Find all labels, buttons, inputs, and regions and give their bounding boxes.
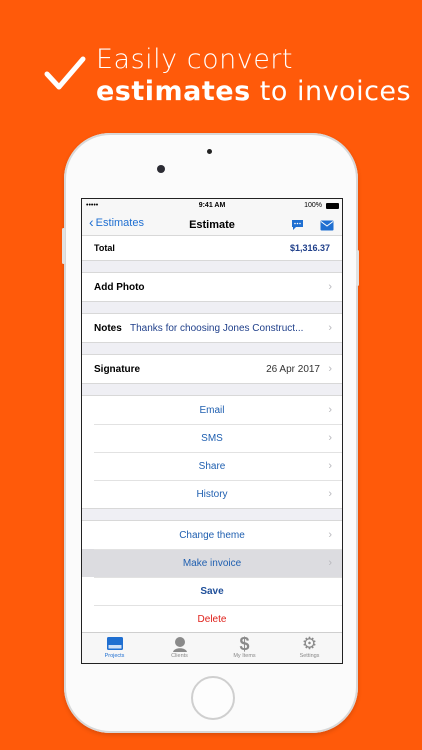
notes-section: Notes Thanks for choosing Jones Construc… bbox=[82, 313, 342, 343]
tab-bar: Projects Clients $ My Items ⚙ Settings bbox=[82, 632, 342, 663]
change-theme-label: Change theme bbox=[179, 529, 245, 541]
signature-label: Signature bbox=[94, 363, 141, 375]
dollar-icon: $ bbox=[239, 634, 250, 654]
app-screen: ••••• 9:41 AM 100% ‹ Estimates Estimate T… bbox=[81, 198, 343, 664]
tab-projects[interactable]: Projects bbox=[82, 633, 147, 663]
history-row[interactable]: History › bbox=[82, 480, 342, 508]
checkmark-icon bbox=[44, 56, 86, 90]
status-time: 9:41 AM bbox=[198, 202, 226, 209]
tab-clients-label: Clients bbox=[171, 653, 188, 659]
message-icon[interactable] bbox=[291, 218, 304, 236]
total-row: Total $1,316.37 bbox=[82, 236, 342, 260]
options-section: Change theme › Make invoice › Save Delete bbox=[82, 520, 342, 634]
notes-row[interactable]: Notes Thanks for choosing Jones Construc… bbox=[82, 314, 342, 342]
chevron-right-icon: › bbox=[328, 281, 332, 293]
chevron-right-icon: › bbox=[328, 557, 332, 569]
change-theme-row[interactable]: Change theme › bbox=[82, 521, 342, 549]
tab-projects-label: Projects bbox=[104, 653, 125, 659]
total-label: Total bbox=[94, 243, 115, 253]
tab-my-items[interactable]: $ My Items bbox=[212, 633, 277, 663]
chevron-right-icon: › bbox=[328, 432, 332, 444]
photo-section: Add Photo › bbox=[82, 272, 342, 302]
save-label: Save bbox=[200, 585, 224, 597]
sms-label: SMS bbox=[201, 432, 223, 444]
total-value: $1,316.37 bbox=[289, 243, 330, 253]
add-photo-label: Add Photo bbox=[94, 281, 145, 293]
phone-volume-button bbox=[356, 250, 359, 286]
projects-icon bbox=[106, 637, 123, 650]
promo-bold-word: estimates bbox=[96, 76, 251, 107]
navigation-bar: ‹ Estimates Estimate bbox=[82, 213, 342, 236]
notes-label: Notes bbox=[94, 322, 122, 334]
tab-settings[interactable]: ⚙ Settings bbox=[277, 633, 342, 663]
chevron-right-icon: › bbox=[328, 322, 332, 334]
promo-line-2: estimates to invoices bbox=[96, 76, 411, 107]
gear-icon: ⚙ bbox=[301, 634, 318, 653]
make-invoice-row[interactable]: Make invoice › bbox=[82, 549, 342, 577]
add-photo-row[interactable]: Add Photo › bbox=[82, 273, 342, 301]
chevron-right-icon: › bbox=[328, 488, 332, 500]
chevron-right-icon: › bbox=[328, 460, 332, 472]
delete-label: Delete bbox=[197, 613, 227, 625]
chevron-right-icon: › bbox=[328, 363, 332, 375]
signature-section: Signature 26 Apr 2017 › bbox=[82, 354, 342, 384]
phone-speaker bbox=[207, 149, 212, 154]
email-label: Email bbox=[199, 404, 225, 416]
tab-settings-label: Settings bbox=[299, 653, 320, 659]
share-label: Share bbox=[198, 460, 226, 472]
signature-row[interactable]: Signature 26 Apr 2017 › bbox=[82, 355, 342, 383]
signature-date: 26 Apr 2017 bbox=[266, 363, 320, 375]
actions-section: Email › SMS › Share › History › bbox=[82, 395, 342, 509]
home-button[interactable] bbox=[191, 676, 235, 720]
chevron-right-icon: › bbox=[328, 404, 332, 416]
status-bar: ••••• 9:41 AM 100% bbox=[82, 199, 342, 213]
phone-side-button bbox=[62, 228, 65, 264]
chevron-right-icon: › bbox=[328, 529, 332, 541]
make-invoice-label: Make invoice bbox=[182, 557, 242, 569]
save-button[interactable]: Save bbox=[82, 577, 342, 605]
tab-my-items-label: My Items bbox=[233, 653, 256, 659]
sms-row[interactable]: SMS › bbox=[82, 424, 342, 452]
battery-icon bbox=[326, 203, 339, 209]
promo-line-1: Easily convert bbox=[96, 44, 293, 75]
history-label: History bbox=[196, 488, 228, 500]
total-section: Total $1,316.37 bbox=[82, 236, 342, 261]
delete-button[interactable]: Delete bbox=[82, 605, 342, 633]
tab-clients[interactable]: Clients bbox=[147, 633, 212, 663]
person-icon bbox=[172, 637, 187, 652]
phone-camera bbox=[157, 165, 165, 173]
notes-value: Thanks for choosing Jones Construct... bbox=[130, 322, 304, 334]
battery-percent: 100% bbox=[304, 202, 322, 209]
share-row[interactable]: Share › bbox=[82, 452, 342, 480]
promo-rest: to invoices bbox=[250, 76, 412, 107]
email-row[interactable]: Email › bbox=[82, 396, 342, 424]
mail-icon[interactable] bbox=[320, 218, 334, 236]
